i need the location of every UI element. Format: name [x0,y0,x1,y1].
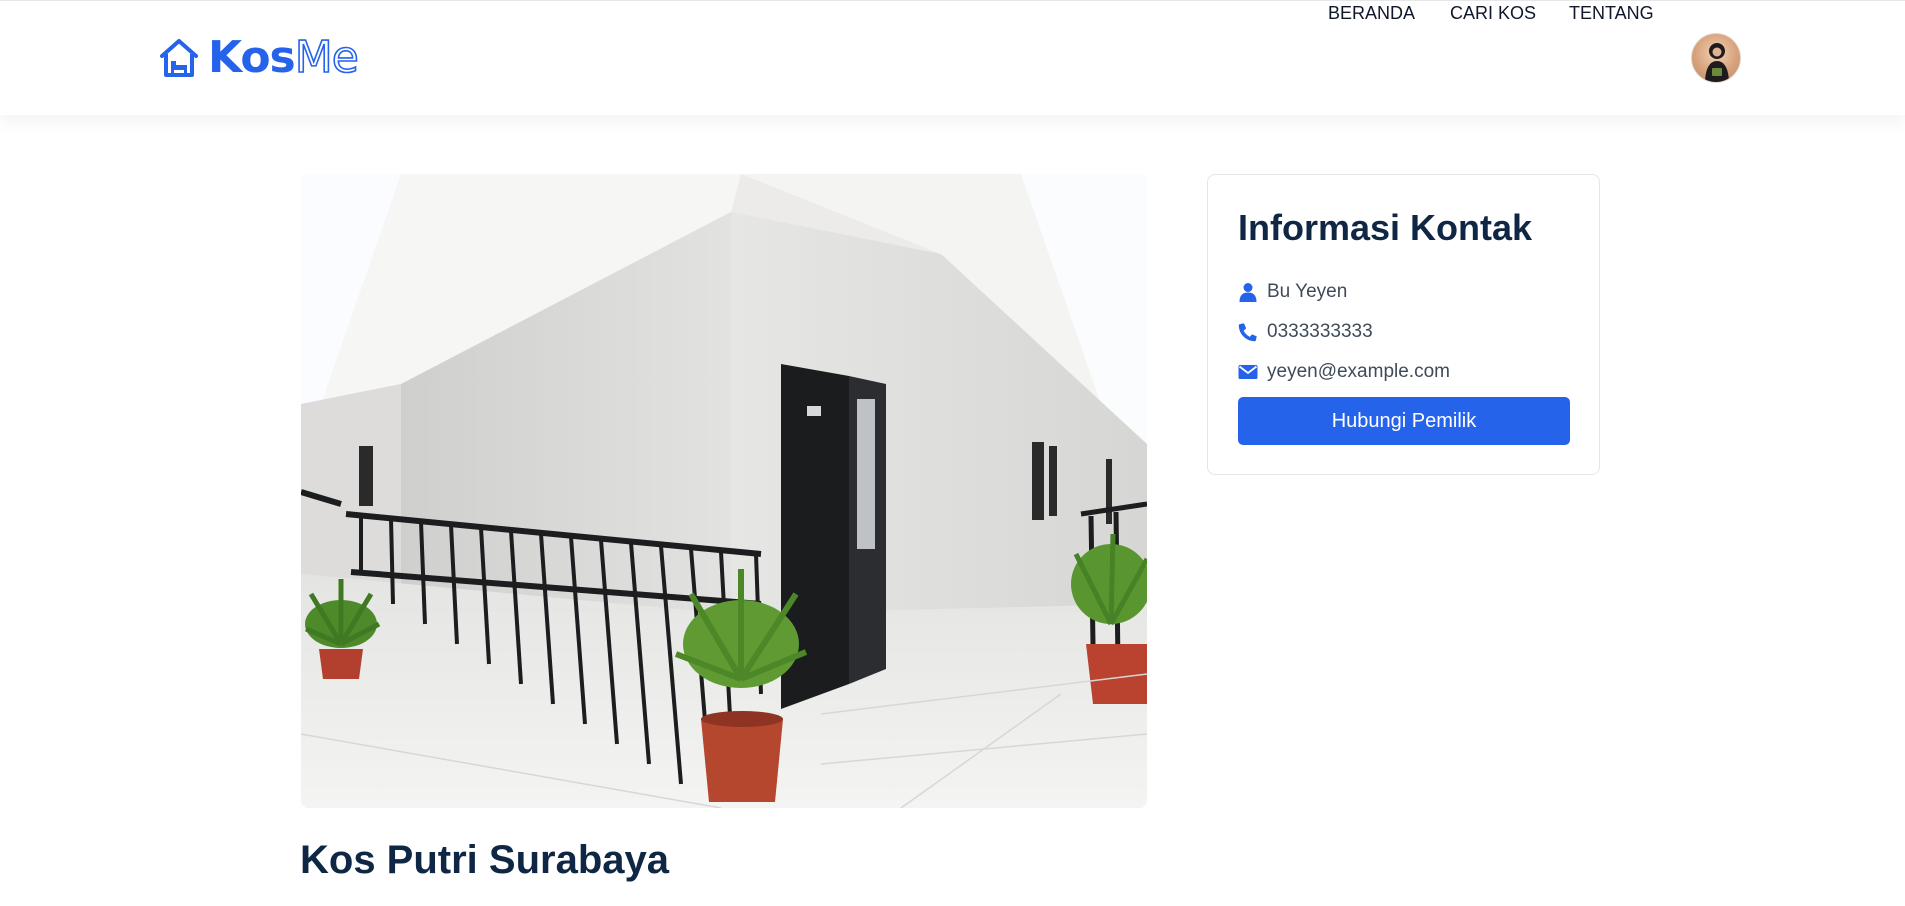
site-logo[interactable]: KosMe [158,32,360,83]
contact-card: Informasi Kontak Bu Yeyen 0333333333 yey… [1207,174,1600,475]
contact-phone-row: 0333333333 [1238,320,1373,344]
contact-owner-row: Bu Yeyen [1238,280,1347,304]
contact-email-row: yeyen@example.com [1238,360,1450,384]
house-bed-icon [160,39,198,77]
boarding-house-corridor-photo [301,174,1147,808]
nav-link-tentang[interactable]: TENTANG [1569,1,1654,25]
contact-card-title: Informasi Kontak [1238,207,1533,248]
user-icon [1239,283,1257,302]
navbar: KosMe BERANDA CARI KOS TENTANG [0,0,1905,115]
contact-phone-number: 0333333333 [1267,321,1373,342]
envelope-icon [1238,365,1258,379]
corridor-illustration [301,174,1147,808]
contact-owner-name: Bu Yeyen [1267,281,1348,302]
nav-link-beranda[interactable]: BERANDA [1328,1,1415,25]
logo-text-kos: Kos [208,32,296,83]
contact-email-address: yeyen@example.com [1267,361,1450,382]
listing-title: Kos Putri Surabaya [300,838,670,882]
logo-text: KosMe [208,32,360,83]
contact-owner-button[interactable]: Hubungi Pemilik [1238,397,1570,445]
phone-icon [1238,323,1257,342]
logo-text-me: Me [294,32,360,83]
avatar-figure-icon [1705,43,1729,82]
nav-link-cari-kos[interactable]: CARI KOS [1450,1,1536,25]
user-avatar[interactable] [1691,33,1741,83]
